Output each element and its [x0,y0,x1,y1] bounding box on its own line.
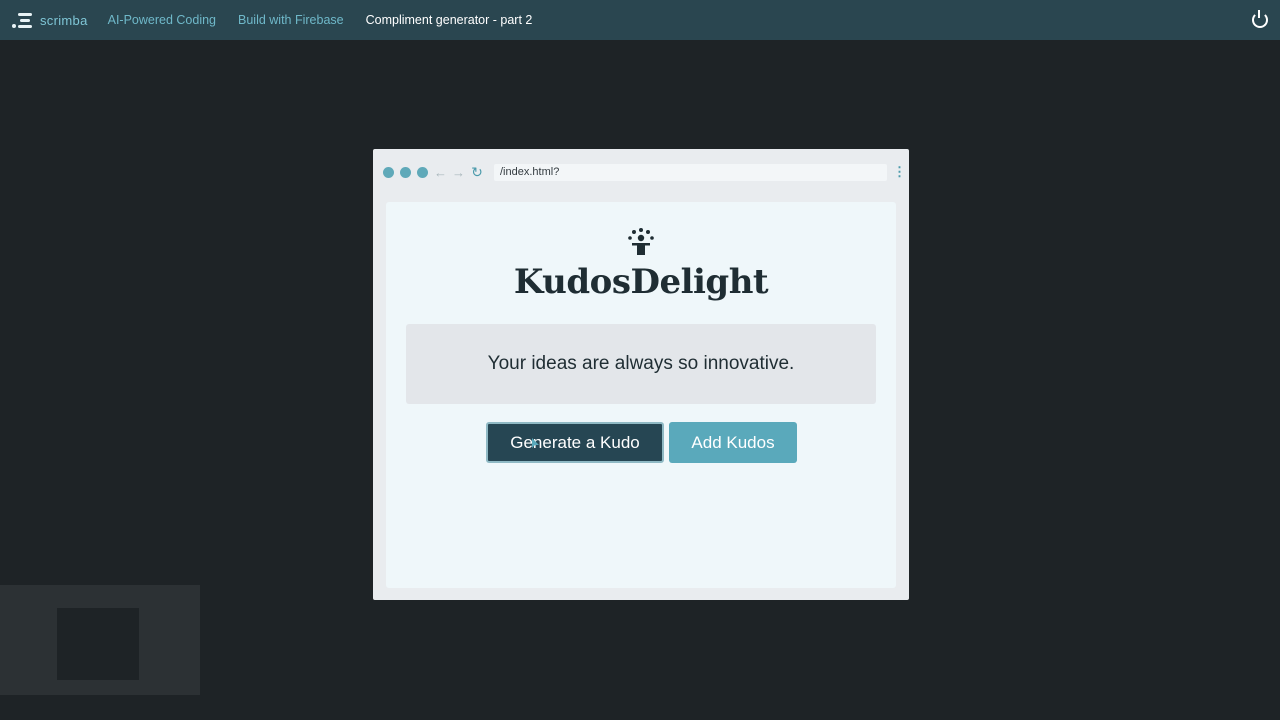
webcam-video [57,608,139,680]
browser-toolbar: ← → ↻ /index.html? ⋮ [373,149,909,195]
breadcrumb-lesson: Compliment generator - part 2 [365,13,533,27]
logo-text: scrimba [40,12,88,28]
window-dot-icon [417,166,428,178]
window-dot-icon [400,166,411,178]
scrimba-logo-icon [12,12,34,28]
celebrating-person-icon [628,228,654,255]
url-bar[interactable]: /index.html? [494,163,887,181]
top-navigation-bar: scrimba AI-Powered Coding Build with Fir… [0,0,1280,40]
kebab-menu-icon[interactable]: ⋮ [893,164,906,180]
forward-arrow-icon[interactable]: → [452,165,465,180]
add-kudos-button[interactable]: Add Kudos [669,422,797,463]
reload-icon[interactable]: ↻ [470,164,484,181]
scrimba-logo[interactable]: scrimba [12,12,88,28]
breadcrumb-module[interactable]: Build with Firebase [238,13,344,27]
window-dot-icon [383,166,394,178]
mouse-cursor-icon [532,438,539,448]
kudo-display: Your ideas are always so innovative. [406,324,876,404]
power-icon[interactable] [1252,10,1268,28]
brand-title: KudosDelight [513,262,769,302]
breadcrumb-course[interactable]: AI-Powered Coding [108,13,216,27]
browser-preview-window: ← → ↻ /index.html? ⋮ KudosDelight Your i… [373,149,909,600]
generate-kudo-button[interactable]: Generate a Kudo [486,422,664,463]
kudo-text: Your ideas are always so innovative. [487,353,795,374]
back-arrow-icon[interactable]: ← [434,165,447,180]
webcam-frame [0,585,200,695]
app-page: KudosDelight Your ideas are always so in… [386,202,896,588]
